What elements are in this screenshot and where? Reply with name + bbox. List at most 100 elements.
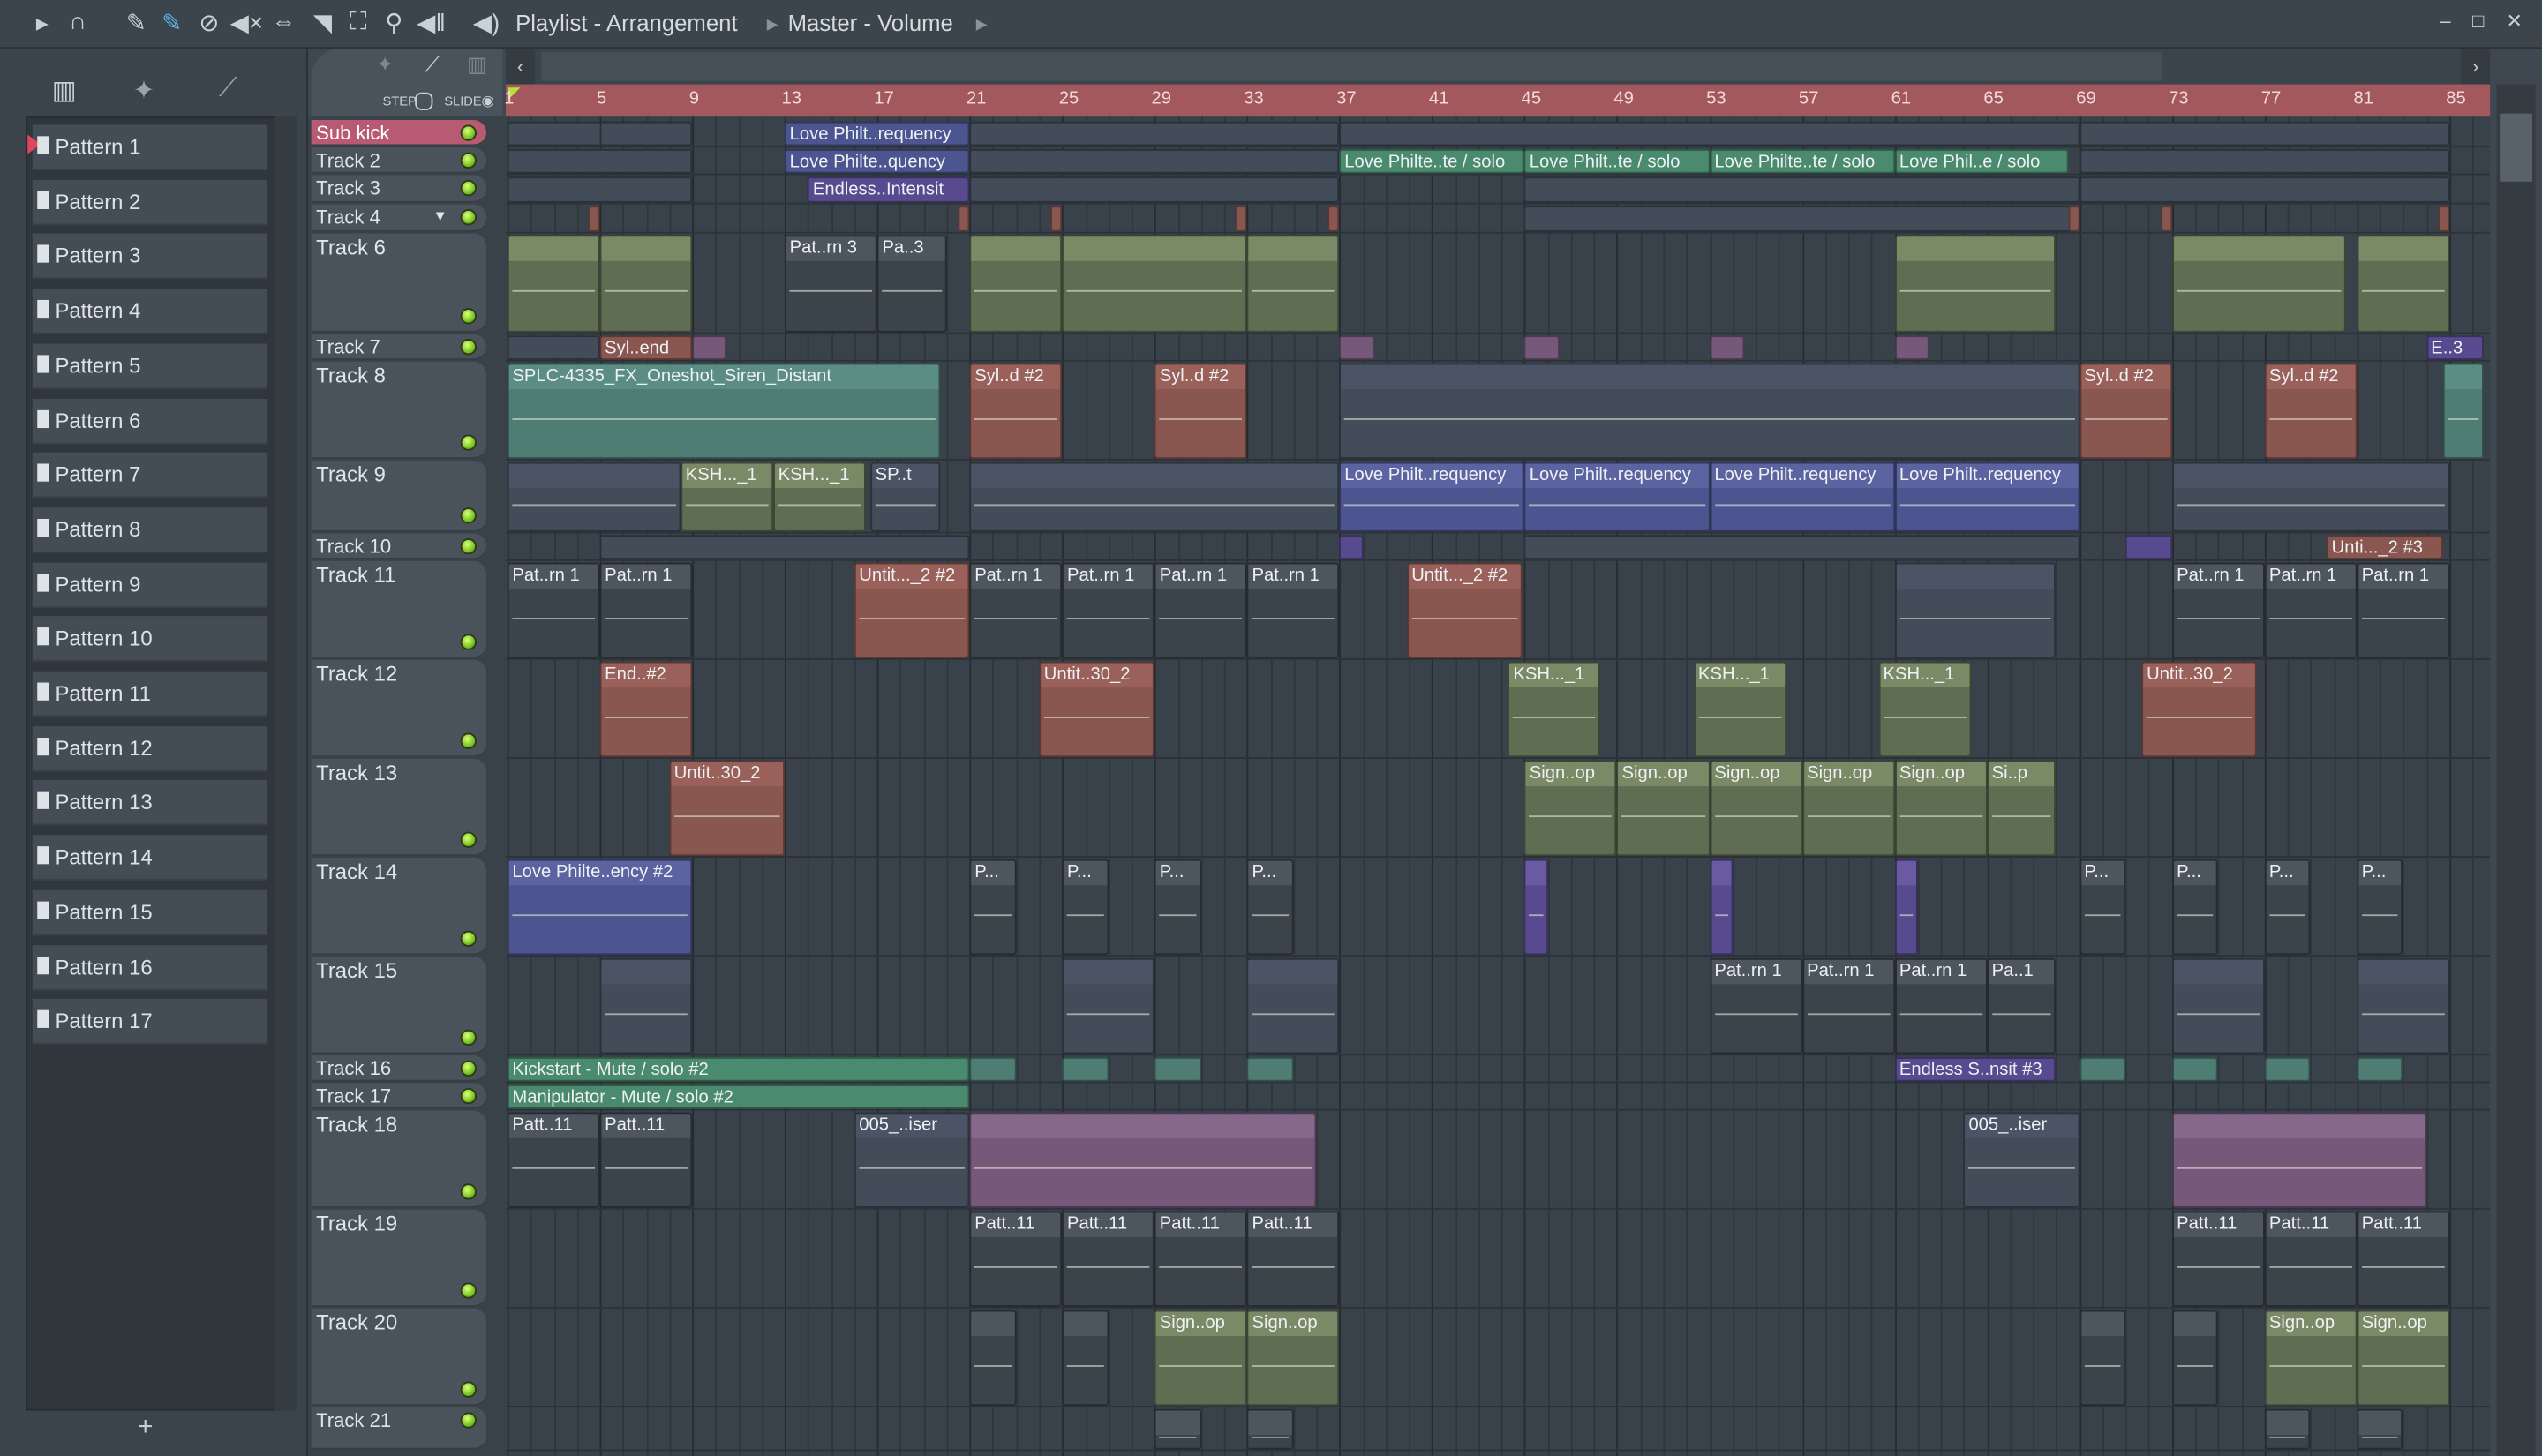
playlist-clip[interactable] (2171, 957, 2265, 1054)
track-enable-led[interactable] (460, 1381, 477, 1398)
playlist-clip[interactable]: SP..t (870, 462, 940, 532)
pattern-item[interactable]: Pattern 11 (32, 671, 268, 717)
playlist-clip[interactable] (1154, 1408, 1201, 1450)
pattern-item[interactable]: Pattern 13 (32, 780, 268, 826)
playlist-clip[interactable] (1894, 335, 1929, 360)
pattern-item[interactable]: Pattern 10 (32, 616, 268, 663)
playlist-clip[interactable]: Love Phil..e / solo (1894, 149, 2068, 174)
paint-icon[interactable]: ✎ (155, 8, 188, 37)
playlist-clip[interactable] (507, 176, 693, 203)
playlist-clip[interactable]: Untit..30_2 (2141, 661, 2258, 758)
playlist-clip[interactable] (969, 1112, 1317, 1208)
playlist-clip[interactable]: Unti..._2 #3 (2327, 535, 2443, 559)
playlist-clip[interactable] (1524, 335, 1560, 360)
playlist-clip[interactable] (2264, 1056, 2311, 1082)
zoom-select-icon[interactable]: ⛶ (342, 8, 375, 35)
track-header[interactable]: Track 19 (311, 1209, 487, 1307)
playlist-clip[interactable]: Syl..end (599, 335, 693, 360)
playlist-clip[interactable]: Love Philte..te / solo (1339, 149, 1525, 174)
audio-icon[interactable]: ✦ (376, 52, 394, 78)
pattern-list-scrollbar[interactable] (274, 116, 297, 1411)
playlist-clip[interactable]: Sign..op (1524, 760, 1618, 857)
playlist-clip[interactable]: P... (2171, 859, 2219, 956)
pattern-item[interactable]: Pattern 16 (32, 944, 268, 990)
step-toggle[interactable] (415, 92, 433, 110)
playlist-clip[interactable]: Syl..d #2 (2264, 363, 2358, 459)
playlist-clip[interactable] (2264, 1408, 2311, 1450)
playlist-grid[interactable]: Love Philt..requency Love Philte..quency L… (506, 116, 2491, 1456)
playlist-clip[interactable]: Patt..11 (1246, 1211, 1340, 1307)
track-enable-led[interactable] (460, 179, 477, 197)
track-lane[interactable] (506, 205, 2491, 234)
playlist-clip[interactable]: Si..p (1987, 760, 2057, 857)
playlist-clip[interactable] (2171, 1310, 2219, 1407)
playlist-clip[interactable] (2079, 149, 2449, 174)
playlist-clip[interactable]: KSH..._1 (1693, 661, 1786, 758)
pattern-item[interactable]: Pattern 3 (32, 234, 268, 280)
track-header[interactable]: Track 14 (311, 857, 487, 956)
playlist-clip[interactable] (958, 206, 970, 232)
playlist-clip[interactable] (2079, 1056, 2126, 1082)
track-header[interactable]: Track 20 (311, 1308, 487, 1407)
track-header[interactable]: Track 16 (311, 1055, 487, 1082)
playlist-clip[interactable]: KSH..._1 (773, 462, 866, 532)
playlist-clip[interactable] (1339, 535, 1363, 559)
track-enable-led[interactable] (460, 308, 477, 325)
playlist-clip[interactable] (507, 235, 600, 333)
pattern-item[interactable]: Pattern 8 (32, 507, 268, 553)
playlist-clip[interactable]: Love Philt..requency (1524, 462, 1710, 532)
playlist-clip[interactable] (1050, 206, 1063, 232)
playlist-clip[interactable] (1894, 859, 1918, 956)
playlist-clip[interactable]: Sign..op (2357, 1310, 2449, 1407)
track-enable-led[interactable] (460, 1087, 477, 1105)
playlist-clip[interactable]: Pat..rn 1 (2357, 562, 2449, 658)
track-lane[interactable] (506, 1407, 2491, 1452)
playlist-clip[interactable]: 005_..iser (1963, 1112, 2079, 1208)
playlist-clip[interactable] (1246, 957, 1340, 1054)
playlist-clip[interactable]: KSH..._1 (1508, 661, 1601, 758)
playlist-clip[interactable]: Patt..11 (2171, 1211, 2265, 1307)
dropdown-arrow-icon[interactable]: ▼ (433, 207, 447, 223)
track-enable-led[interactable] (460, 434, 477, 451)
playlist-clip[interactable]: Sign..op (2264, 1310, 2358, 1407)
pattern-item[interactable]: Pattern 1 (27, 124, 268, 170)
playlist-clip[interactable]: P... (1246, 859, 1294, 956)
playlist-clip[interactable] (1062, 1310, 1109, 1407)
pattern-item[interactable]: Pattern 14 (32, 835, 268, 881)
playlist-clip[interactable] (599, 235, 693, 333)
piano-roll-icon[interactable]: ▥ (467, 52, 487, 78)
pattern-item[interactable]: Pattern 12 (32, 725, 268, 772)
playlist-clip[interactable] (969, 1056, 1017, 1082)
playlist-clip[interactable] (1524, 535, 2079, 559)
playlist-clip[interactable] (1524, 176, 2079, 203)
track-enable-led[interactable] (460, 831, 477, 848)
playlist-clip[interactable] (1339, 335, 1375, 360)
playlist-clip[interactable] (507, 149, 693, 174)
playlist-clip[interactable] (2171, 235, 2346, 333)
track-enable-led[interactable] (460, 538, 477, 555)
track-header[interactable]: Track 8 (311, 361, 487, 459)
playlist-clip[interactable]: Patt..11 (969, 1211, 1063, 1307)
playlist-clip[interactable] (1894, 235, 2057, 333)
minimize-button[interactable]: – (2440, 10, 2450, 33)
piano-roll-icon[interactable]: ▥ (52, 75, 77, 108)
playlist-clip[interactable] (1154, 1056, 1201, 1082)
close-button[interactable]: ✕ (2507, 10, 2523, 33)
automation-icon[interactable]: ⟋ (219, 75, 237, 104)
track-header[interactable]: Track 9 (311, 460, 487, 532)
playlist-clip[interactable] (969, 176, 1340, 203)
pattern-item[interactable]: Pattern 2 (32, 179, 268, 225)
slip-icon[interactable]: ⇔ (267, 8, 300, 35)
playlist-clip[interactable] (969, 149, 1340, 174)
track-header[interactable]: Track 11 (311, 560, 487, 658)
playlist-clip[interactable]: Patt..11 (2357, 1211, 2449, 1307)
playlist-clip[interactable] (1524, 859, 1548, 956)
playlist-clip[interactable]: End..#2 (599, 661, 693, 758)
track-enable-led[interactable] (460, 507, 477, 524)
track-header[interactable]: Track 6 (311, 233, 487, 333)
playlist-clip[interactable]: Sign..op (1709, 760, 1802, 857)
track-header[interactable]: Track 12 (311, 659, 487, 758)
playlist-clip[interactable]: P... (1154, 859, 1201, 956)
playlist-clip[interactable] (2125, 535, 2172, 559)
playlist-clip[interactable]: P... (1062, 859, 1109, 956)
